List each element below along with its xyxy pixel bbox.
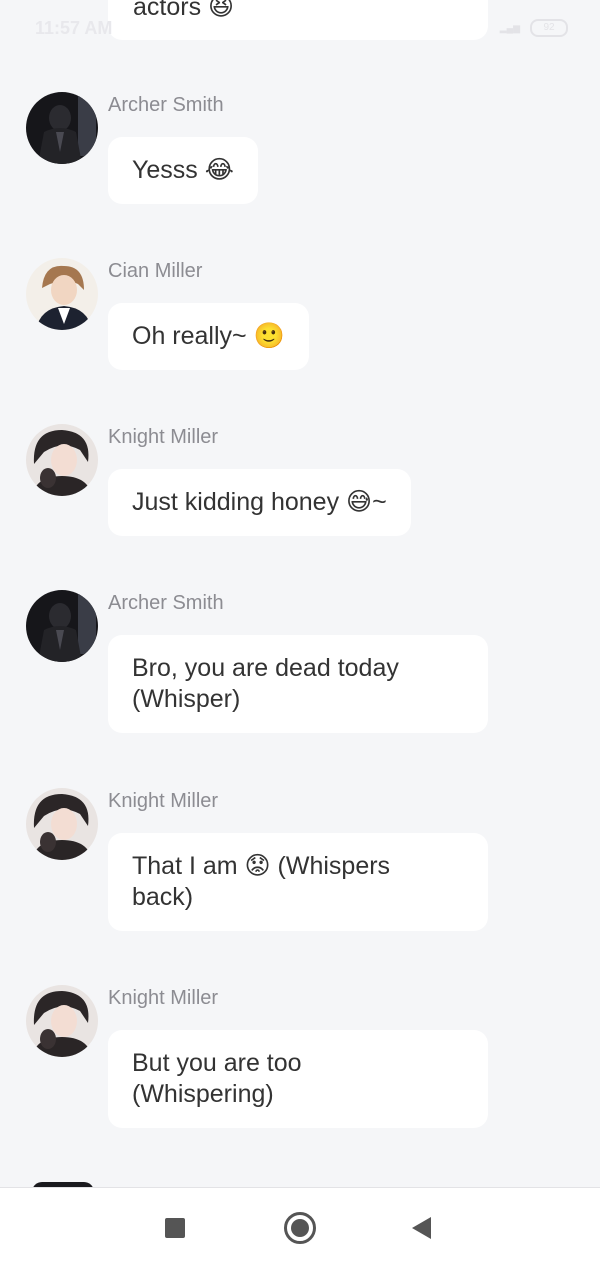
sender-name: Knight Miller — [108, 426, 219, 448]
recents-button[interactable] — [140, 1188, 210, 1268]
avatar[interactable] — [26, 424, 98, 496]
message-bubble[interactable]: Just kidding honey 😅~ — [108, 469, 411, 536]
circle-icon — [284, 1212, 316, 1244]
square-icon — [165, 1218, 185, 1238]
sender-name: Archer Smith — [108, 94, 224, 116]
chat-list[interactable]: actors 😆 Archer Smith Yesss 😂 Cian Mille… — [0, 0, 600, 1187]
sender-name: Knight Miller — [108, 987, 219, 1009]
avatar[interactable] — [26, 590, 98, 662]
avatar[interactable] — [26, 788, 98, 860]
navigation-bar — [0, 1187, 600, 1268]
status-time: 11:57 AM — [35, 18, 113, 38]
message-bubble[interactable]: But you are too (Whispering) — [108, 1030, 488, 1128]
avatar[interactable] — [26, 92, 98, 164]
battery-icon: 92 — [530, 19, 568, 37]
message-bubble[interactable]: Yesss 😂 — [108, 137, 258, 204]
message-bubble[interactable]: Bro, you are dead today (Whisper) — [108, 635, 488, 733]
message-bubble[interactable]: Oh really~ 🙂 — [108, 303, 309, 370]
avatar[interactable] — [26, 258, 98, 330]
sender-name: Cian Miller — [108, 260, 203, 282]
avatar[interactable] — [26, 985, 98, 1057]
signal-icon: ▂▄▆ — [499, 22, 520, 33]
status-icons: ▂▄▆ 92 — [500, 19, 568, 37]
message-bubble[interactable]: That I am 😟 (Whispers back) — [108, 833, 488, 931]
sender-name: Knight Miller — [108, 790, 219, 812]
sender-name: Archer Smith — [108, 592, 224, 614]
home-button[interactable] — [265, 1188, 335, 1268]
triangle-back-icon — [411, 1217, 431, 1239]
status-bar: 11:57 AM ▂▄▆ 92 — [0, 0, 600, 60]
back-button[interactable] — [386, 1188, 456, 1268]
